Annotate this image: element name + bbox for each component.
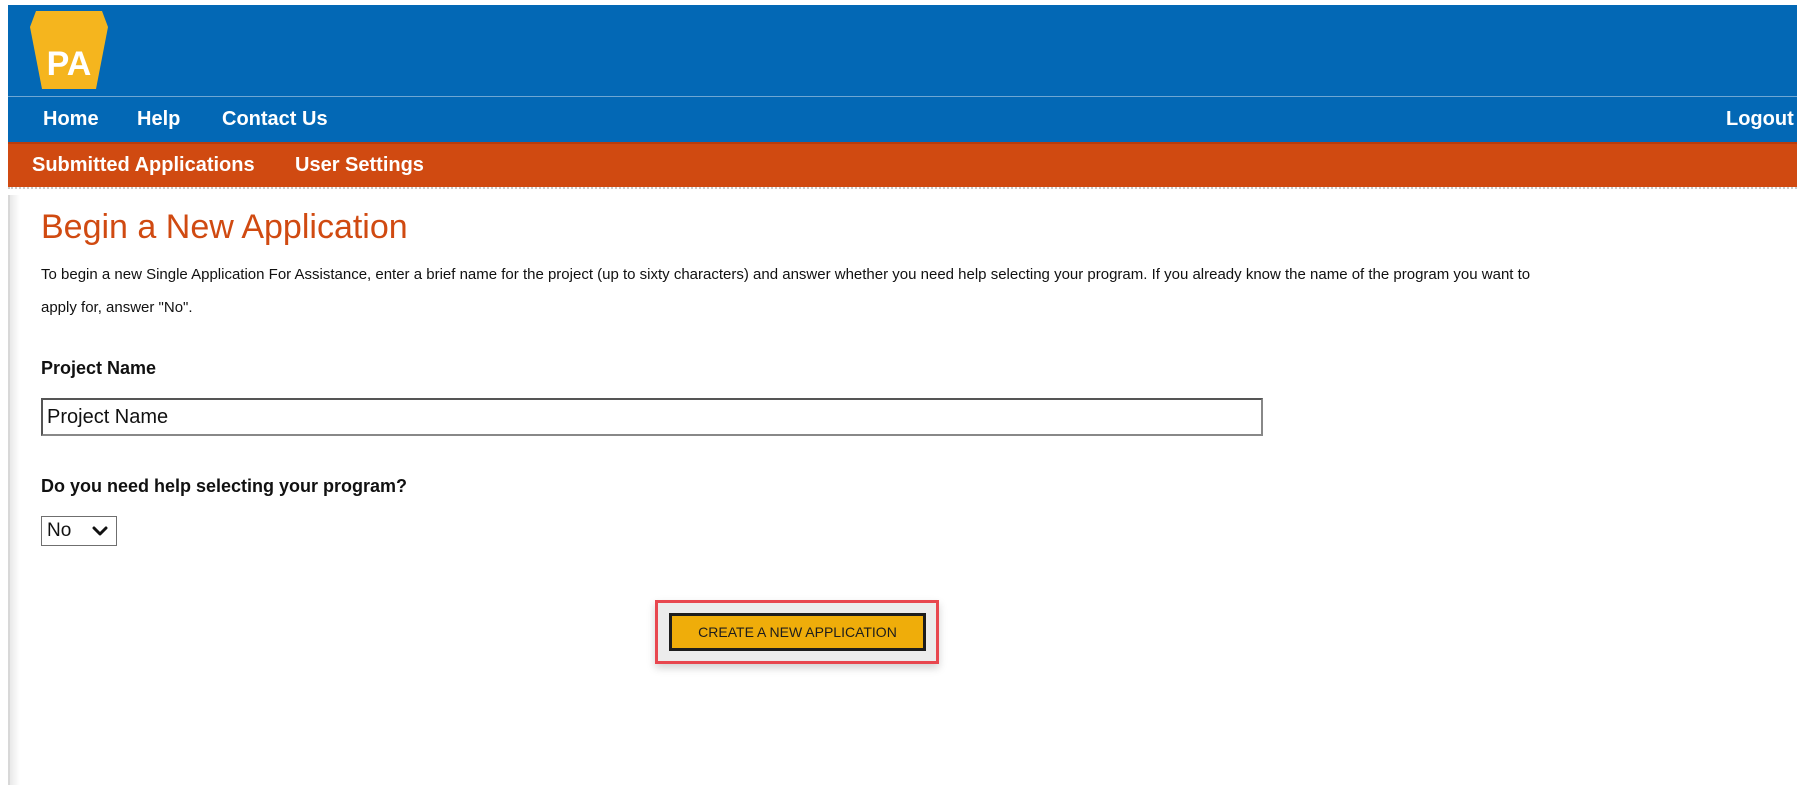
pa-keystone-logo[interactable]: PA bbox=[26, 5, 112, 97]
create-new-application-button[interactable]: CREATE A NEW APPLICATION bbox=[669, 613, 926, 651]
nav-contact-us-link[interactable]: Contact Us bbox=[222, 97, 328, 141]
intro-text: To begin a new Single Application For As… bbox=[41, 266, 1531, 316]
project-name-label: Project Name bbox=[41, 358, 157, 378]
nav-home-link[interactable]: Home bbox=[43, 97, 99, 141]
page: PA Home Help Contact Us Logout Submitted… bbox=[0, 0, 1797, 785]
help-question-label: Do you need help selecting your program? bbox=[41, 476, 408, 496]
submitted-applications-link[interactable]: Submitted Applications bbox=[32, 144, 255, 187]
content-left-border bbox=[8, 195, 20, 785]
help-select-value: No bbox=[47, 520, 72, 541]
help-select-dropdown[interactable]: No bbox=[41, 516, 117, 546]
header-banner: PA bbox=[8, 5, 1797, 96]
chevron-down-icon bbox=[92, 526, 108, 536]
nav-help-link[interactable]: Help bbox=[137, 97, 180, 141]
logout-link[interactable]: Logout bbox=[1726, 97, 1794, 141]
project-name-input[interactable] bbox=[41, 398, 1263, 436]
logo-text: PA bbox=[47, 45, 92, 83]
user-settings-link[interactable]: User Settings bbox=[295, 144, 424, 187]
page-title: Begin a New Application bbox=[41, 208, 408, 246]
main-nav: Home Help Contact Us Logout bbox=[8, 96, 1797, 142]
section-divider bbox=[8, 187, 1797, 189]
sub-nav: Submitted Applications User Settings bbox=[8, 142, 1797, 187]
